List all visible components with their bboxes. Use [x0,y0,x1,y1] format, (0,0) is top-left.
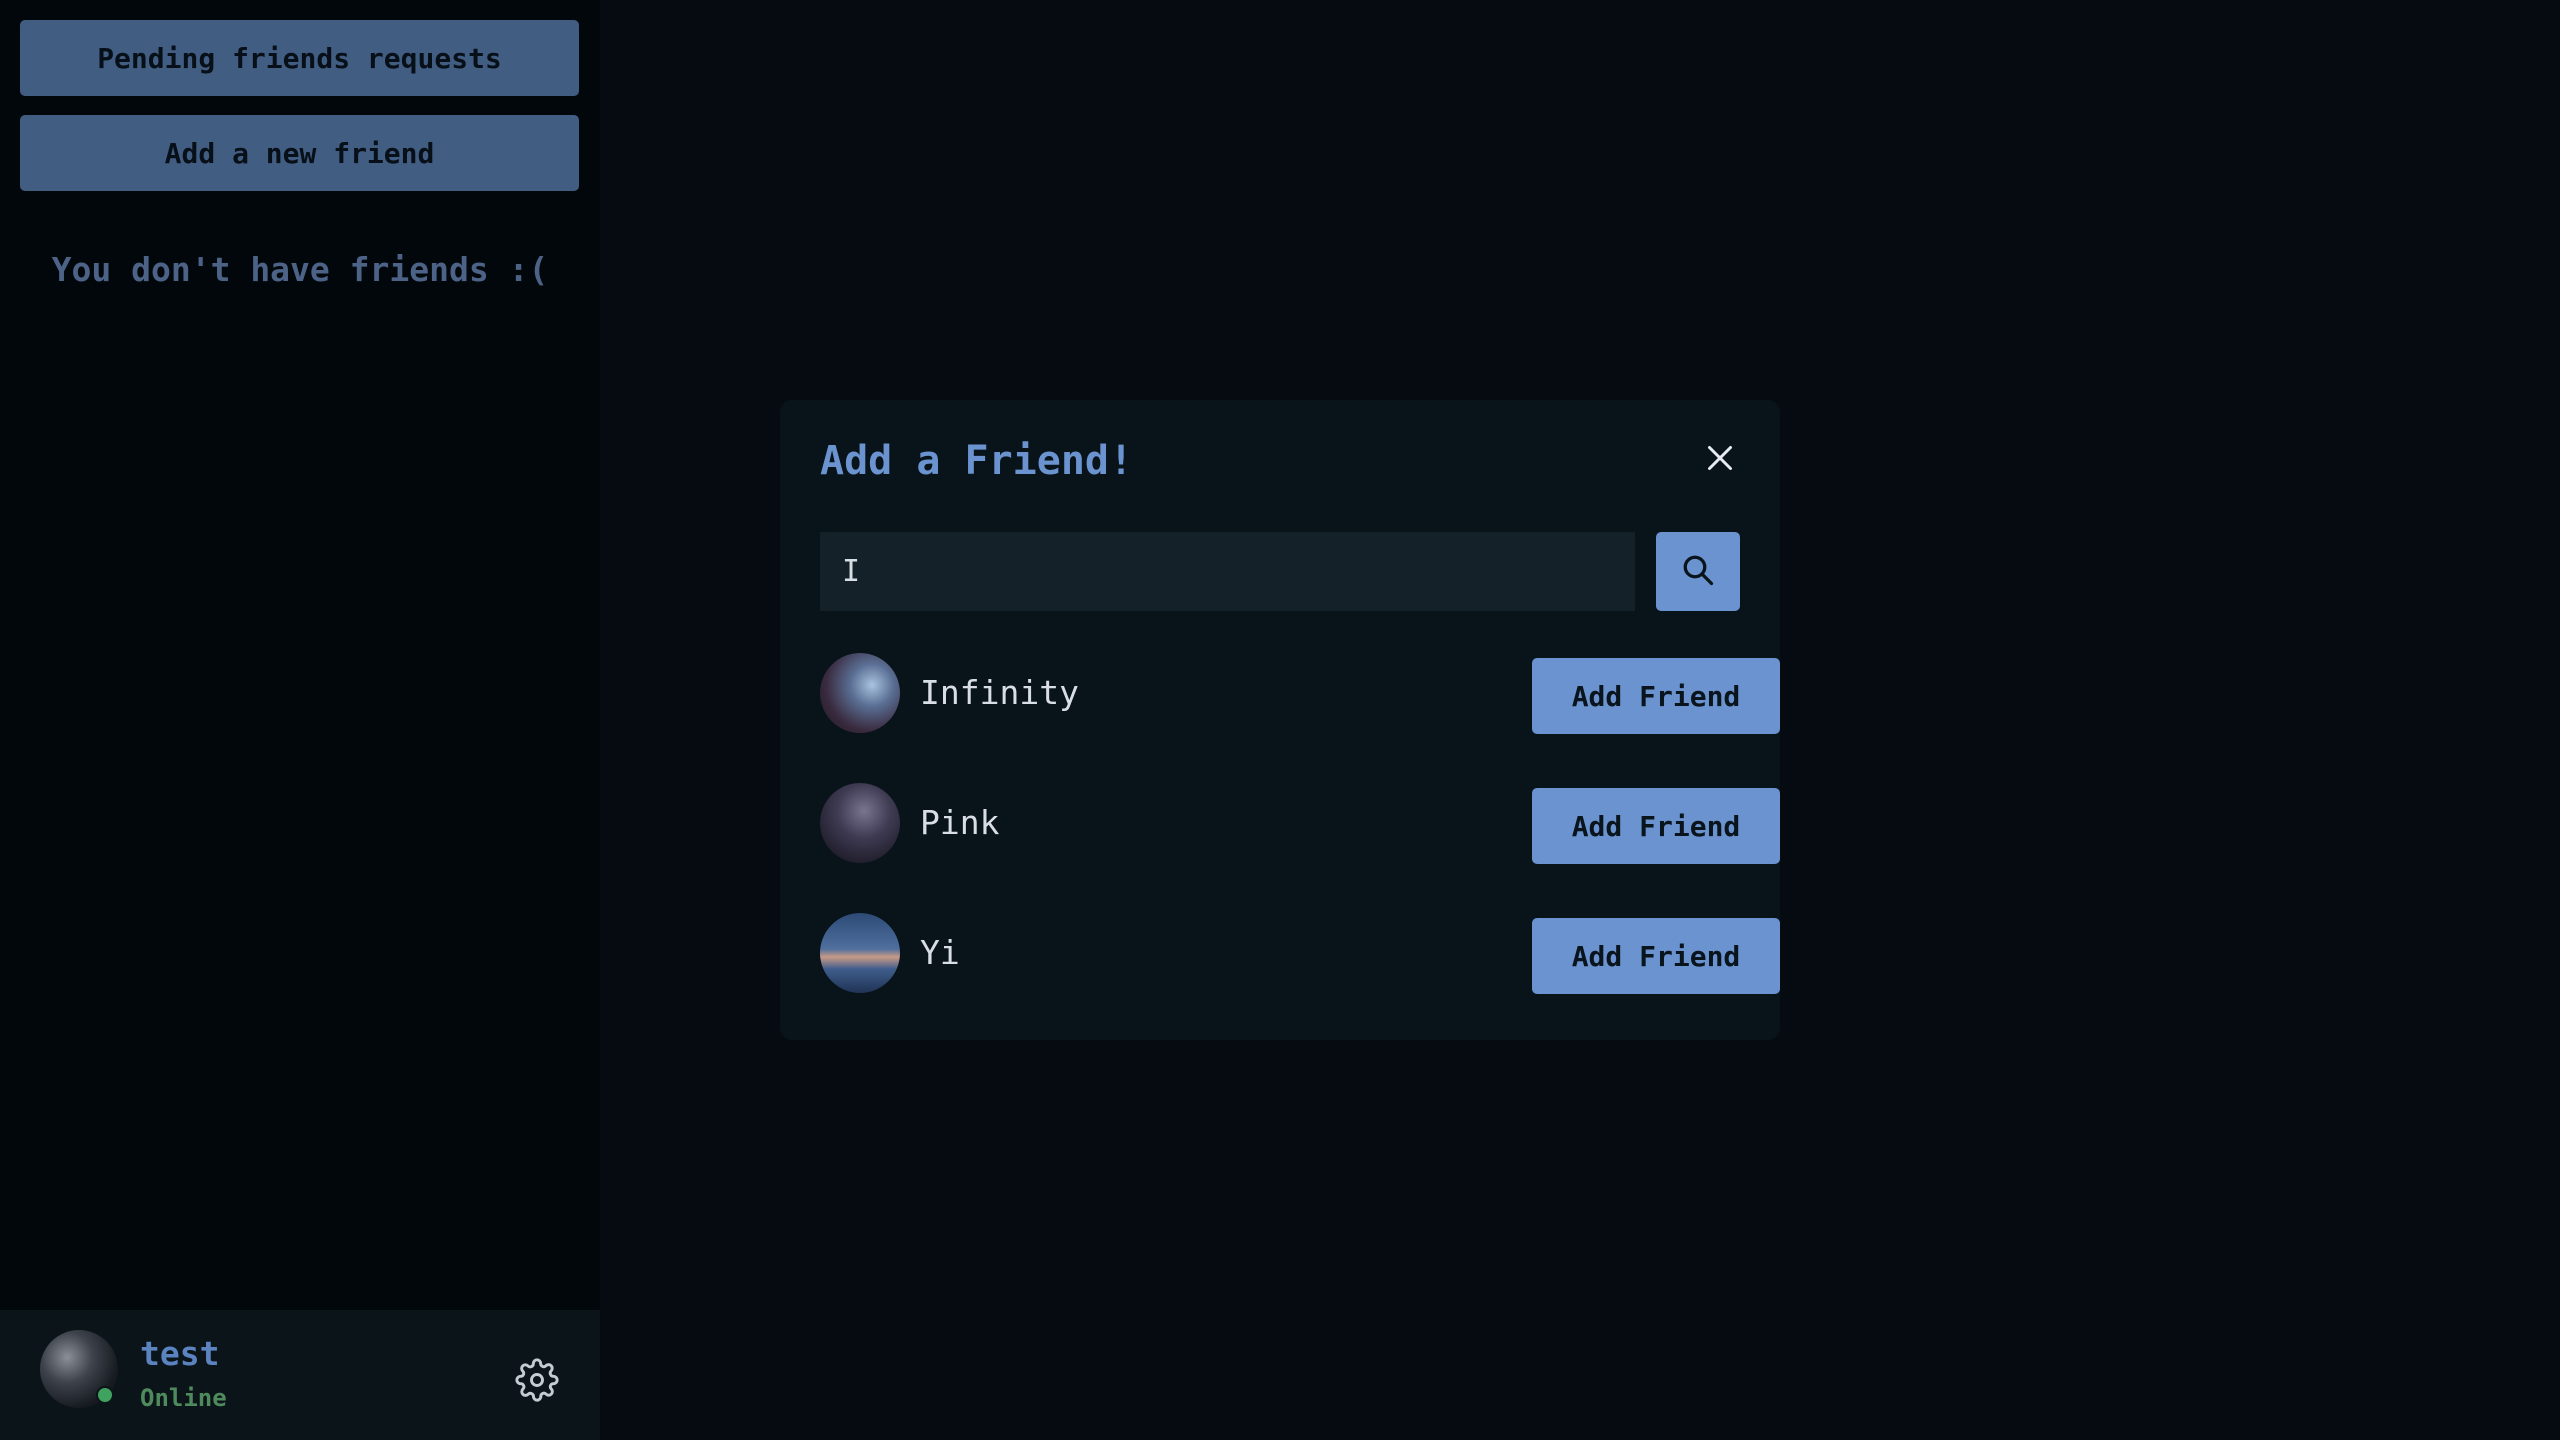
pending-requests-button[interactable]: Pending friends requests [20,20,579,96]
username: test [140,1334,220,1373]
search-result-row: Yi Add Friend [820,913,1780,994]
result-username: Yi [920,933,960,972]
search-button[interactable] [1656,532,1740,611]
add-friend-button[interactable]: Add Friend [1532,918,1780,994]
search-result-row: Infinity Add Friend [820,653,1780,734]
result-username: Infinity [920,673,1079,712]
avatar [820,913,900,993]
avatar [820,653,900,733]
add-new-friend-button[interactable]: Add a new friend [20,115,579,191]
add-friend-button[interactable]: Add Friend [1532,788,1780,864]
result-username: Pink [920,803,1000,842]
sidebar: Pending friends requests Add a new frien… [0,0,600,1440]
search-input[interactable] [820,532,1635,611]
add-friend-button[interactable]: Add Friend [1532,658,1780,734]
search-icon [1680,552,1716,592]
online-status-indicator [96,1386,114,1404]
user-panel: test Online [0,1310,600,1440]
avatar [820,783,900,863]
user-status: Online [140,1384,227,1412]
modal-title: Add a Friend! [820,438,1134,484]
empty-friends-message: You don't have friends :( [51,250,549,289]
close-icon[interactable] [1702,440,1738,476]
gear-icon[interactable] [515,1358,559,1402]
add-friend-modal: Add a Friend! Infinity Add Friend Pink A… [780,400,1780,1040]
search-result-row: Pink Add Friend [820,783,1780,864]
